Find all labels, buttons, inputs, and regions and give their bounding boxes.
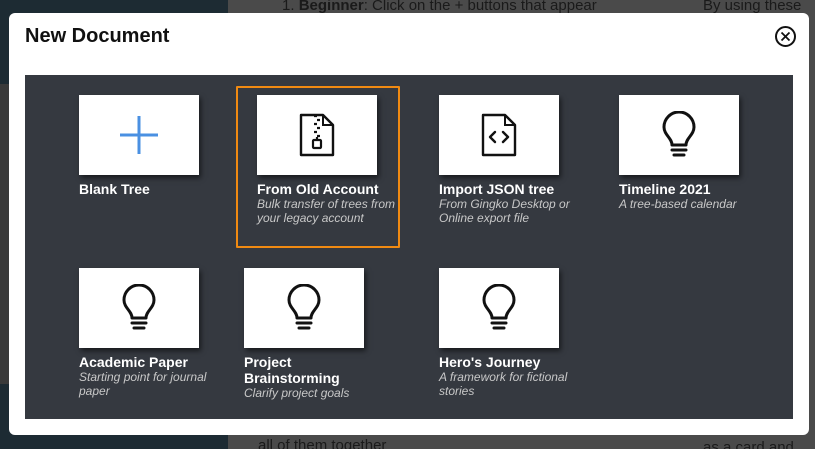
- template-title: Hero's Journey: [439, 354, 541, 370]
- lightbulb-icon: [482, 284, 516, 330]
- template-description: From Gingko Desktop or Online export fil…: [439, 197, 570, 225]
- background-line-1: 1. Beginner: Click on the + buttons that…: [282, 0, 597, 14]
- plus-icon: [120, 116, 158, 154]
- lightbulb-icon: [122, 284, 156, 330]
- lightbulb-icon: [287, 284, 321, 330]
- template-description: A framework for fictional stories: [439, 370, 568, 398]
- template-from-old-account[interactable]: From Old Account Bulk transfer of trees …: [257, 95, 407, 245]
- template-thumbnail: [244, 268, 364, 348]
- template-thumbnail: [439, 95, 559, 175]
- template-thumbnail: [79, 268, 199, 348]
- lightbulb-icon: [662, 111, 696, 157]
- template-title: Import JSON tree: [439, 181, 555, 197]
- background-bottom-left-text: all of them together: [258, 437, 387, 449]
- template-title: Blank Tree: [79, 181, 150, 197]
- template-timeline-2021[interactable]: Timeline 2021 A tree-based calendar: [619, 95, 769, 225]
- close-button[interactable]: [775, 26, 796, 47]
- template-thumbnail: [257, 95, 377, 175]
- template-gallery: Blank Tree From Old Account Bulk transfe…: [25, 75, 793, 419]
- background-right-text: By using these: [703, 0, 802, 14]
- template-academic-paper[interactable]: Academic Paper Starting point for journa…: [79, 268, 229, 408]
- template-thumbnail: [79, 95, 199, 175]
- new-document-modal: New Document Blank Tree From Old Account…: [9, 13, 809, 435]
- template-title: Project Brainstorming: [244, 354, 340, 386]
- zip-file-icon: [299, 113, 335, 157]
- template-thumbnail: [619, 95, 739, 175]
- modal-title: New Document: [25, 25, 170, 47]
- template-heros-journey[interactable]: Hero's Journey A framework for fictional…: [439, 268, 589, 408]
- background-bottom-right-text: as a card and: [703, 439, 794, 449]
- template-title: From Old Account: [257, 181, 379, 197]
- template-project-brainstorming[interactable]: Project Brainstorming Clarify project go…: [244, 268, 394, 408]
- template-blank-tree[interactable]: Blank Tree: [79, 95, 229, 205]
- template-description: Clarify project goals: [244, 386, 350, 400]
- template-description: Bulk transfer of trees from your legacy …: [257, 197, 396, 225]
- template-description: A tree-based calendar: [619, 197, 737, 211]
- template-description: Starting point for journal paper: [79, 370, 207, 398]
- template-title: Academic Paper: [79, 354, 188, 370]
- template-title: Timeline 2021: [619, 181, 711, 197]
- code-file-icon: [481, 113, 517, 157]
- template-thumbnail: [439, 268, 559, 348]
- template-import-json-tree[interactable]: Import JSON tree From Gingko Desktop or …: [439, 95, 589, 235]
- close-icon: [780, 31, 791, 42]
